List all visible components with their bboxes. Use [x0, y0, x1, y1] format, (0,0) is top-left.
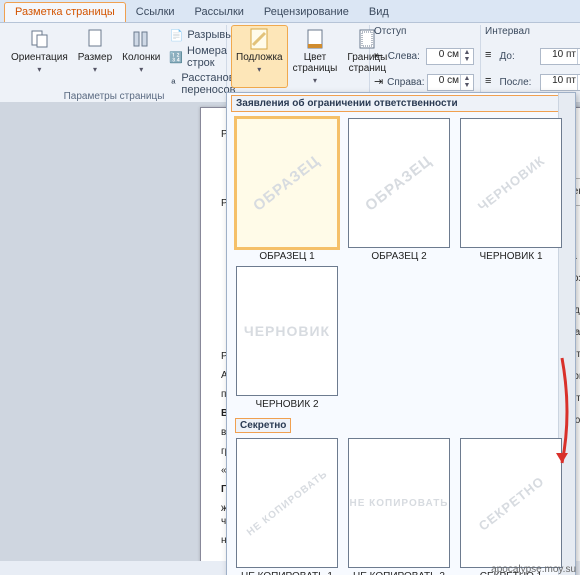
- thumb-secret-1[interactable]: СЕКРЕТНОСЕКРЕТНО 1: [457, 438, 565, 575]
- numbers-icon: 🔢: [169, 50, 183, 64]
- breaks-icon: 📄: [169, 28, 183, 42]
- tab-mailings[interactable]: Рассылки: [185, 3, 254, 22]
- columns-button[interactable]: Колонки ▾: [117, 25, 165, 97]
- watermark-gallery: Заявления об ограничении ответственности…: [226, 92, 576, 575]
- app-window: Разметка страницы Ссылки Рассылки Реценз…: [0, 0, 580, 575]
- gallery-section-secret: Секретно: [235, 418, 291, 433]
- indent-right-field[interactable]: 0 см▲▼: [427, 74, 474, 91]
- watermark-icon: [248, 28, 270, 50]
- indent-left-icon: ⇤: [374, 49, 385, 63]
- page-size-icon: [84, 28, 106, 50]
- tab-page-layout[interactable]: Разметка страницы: [4, 2, 126, 22]
- thumb-nocopy-1[interactable]: НЕ КОПИРОВАТЬНЕ КОПИРОВАТЬ 1: [233, 438, 341, 575]
- group-label: Параметры страницы: [2, 91, 226, 102]
- spacing-after-field[interactable]: 10 пт▲▼: [540, 74, 580, 91]
- spacing-after-row: ≡ После: 10 пт▲▼: [485, 73, 580, 91]
- page-color-button[interactable]: Цвет страницы ▾: [288, 25, 343, 88]
- indent-left-field[interactable]: 0 см▲▼: [426, 48, 474, 65]
- spacing-after-icon: ≡: [485, 75, 497, 89]
- credit-text: apocalypse.moy.su: [491, 564, 576, 575]
- ribbon-tabs: Разметка страницы Ссылки Рассылки Реценз…: [0, 0, 580, 23]
- size-button[interactable]: Размер ▾: [73, 25, 117, 97]
- indent-left-row: ⇤ Слева: 0 см▲▼: [374, 47, 474, 65]
- chevron-down-icon: ▾: [37, 65, 41, 74]
- watermark-button[interactable]: Подложка ▾: [231, 25, 288, 88]
- chevron-down-icon: ▾: [139, 65, 143, 74]
- spacing-before-field[interactable]: 10 пт▲▼: [540, 48, 580, 65]
- thumb-sample-2[interactable]: ОБРАЗЕЦОБРАЗЕЦ 2: [345, 118, 453, 262]
- group-page-setup: Ориентация ▾ Размер ▾ Колонки ▾: [2, 25, 227, 103]
- thumb-nocopy-2[interactable]: НЕ КОПИРОВАТЬНЕ КОПИРОВАТЬ 2: [345, 438, 453, 575]
- spinner[interactable]: ▲▼: [460, 75, 473, 90]
- gallery-grid-2: НЕ КОПИРОВАТЬНЕ КОПИРОВАТЬ 1 НЕ КОПИРОВА…: [227, 434, 575, 575]
- gallery-section-disclaimer: Заявления об ограничении ответственности: [231, 95, 571, 112]
- spinner[interactable]: ▲▼: [460, 49, 473, 64]
- thumb-sample-1[interactable]: ОБРАЗЕЦОБРАЗЕЦ 1: [233, 118, 341, 262]
- chevron-down-icon: ▾: [313, 76, 317, 85]
- chevron-down-icon: ▾: [93, 65, 97, 74]
- indent-right-row: ⇥ Справа: 0 см▲▼: [374, 73, 474, 91]
- page-color-icon: [304, 28, 326, 50]
- tab-references[interactable]: Ссылки: [126, 3, 185, 22]
- thumb-draft-2[interactable]: ЧЕРНОВИКЧЕРНОВИК 2: [233, 266, 341, 410]
- orientation-button[interactable]: Ориентация ▾: [6, 25, 73, 97]
- thumb-draft-1[interactable]: ЧЕРНОВИКЧЕРНОВИК 1: [457, 118, 565, 262]
- indent-right-icon: ⇥: [374, 75, 384, 89]
- hyphenation-icon: ª: [169, 77, 177, 91]
- orientation-icon: [28, 28, 50, 50]
- columns-icon: [130, 28, 152, 50]
- tab-review[interactable]: Рецензирование: [254, 3, 359, 22]
- chevron-down-icon: ▾: [257, 65, 261, 74]
- gallery-grid-1: ОБРАЗЕЦОБРАЗЕЦ 1 ОБРАЗЕЦОБРАЗЕЦ 2 ЧЕРНОВ…: [227, 114, 575, 418]
- spacing-before-row: ≡ До: 10 пт▲▼: [485, 47, 580, 65]
- tab-view[interactable]: Вид: [359, 3, 399, 22]
- spacing-before-icon: ≡: [485, 49, 497, 63]
